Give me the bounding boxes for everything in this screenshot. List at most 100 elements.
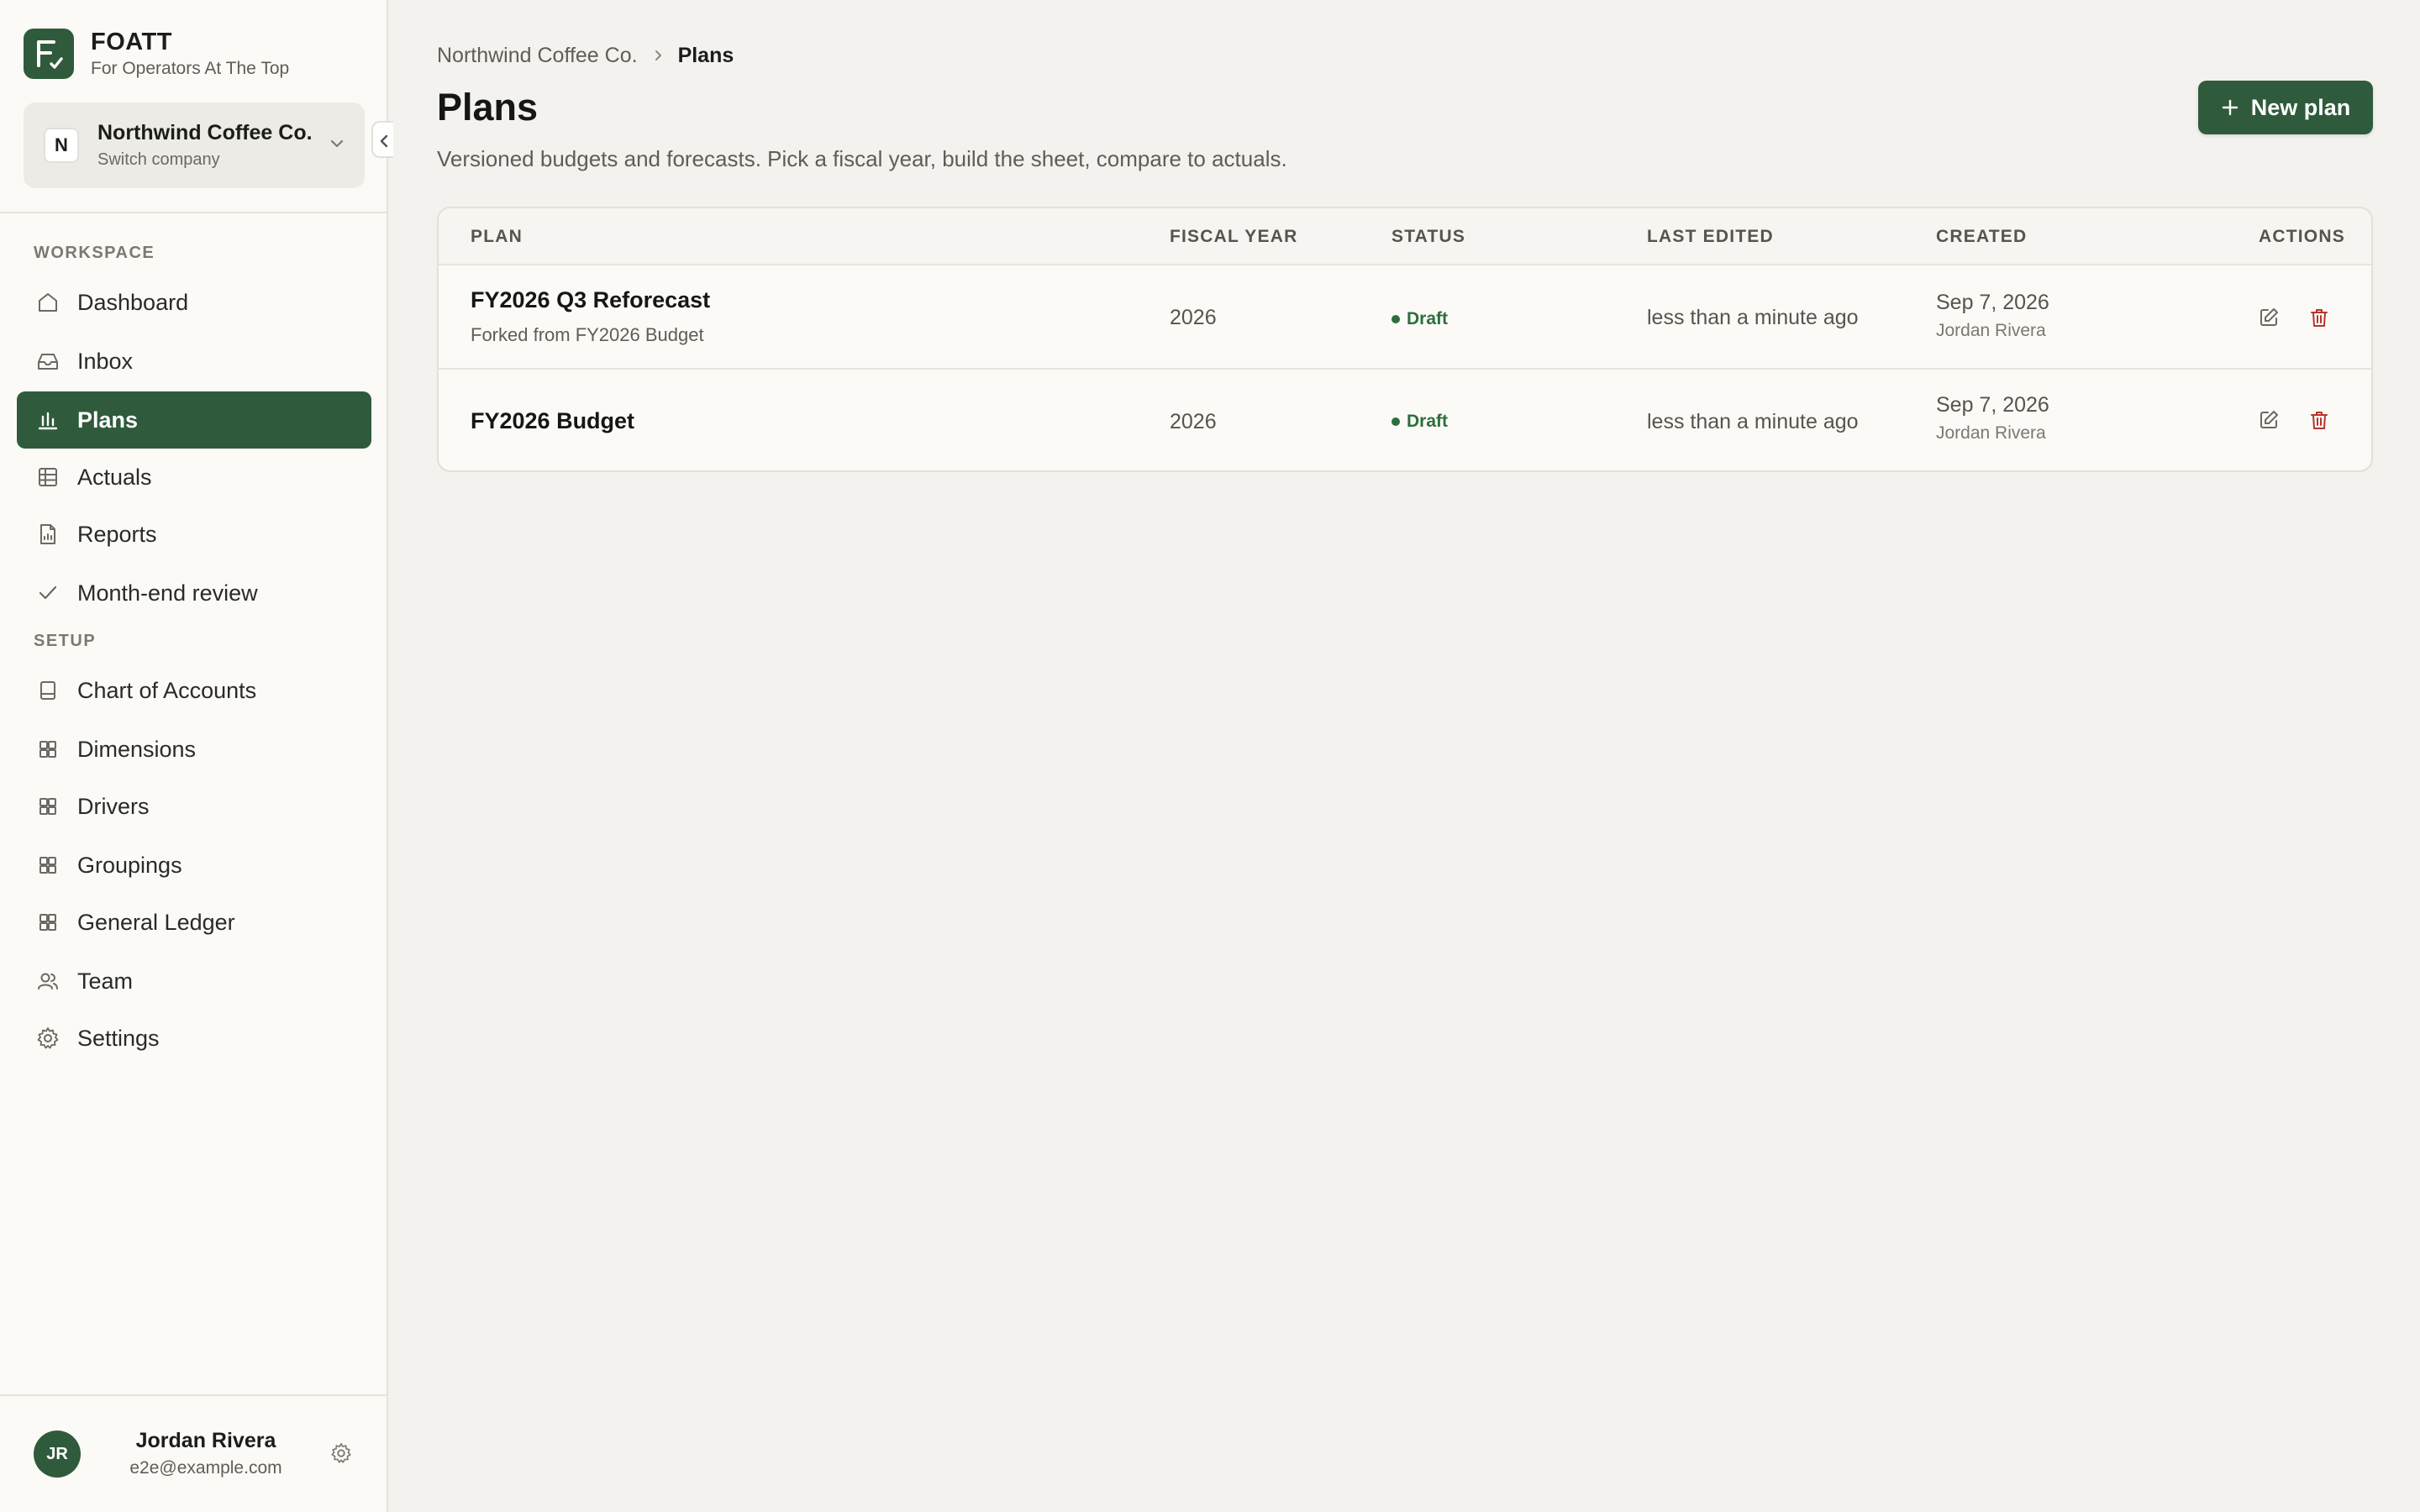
sidebar-footer-divider bbox=[0, 1394, 387, 1396]
edit-icon[interactable] bbox=[2254, 302, 2284, 333]
edit-icon[interactable] bbox=[2254, 405, 2284, 435]
sidebar-item-settings[interactable]: Settings bbox=[17, 1010, 371, 1067]
section-label-setup: SETUP bbox=[34, 632, 97, 650]
created-date: Sep 7, 2026 bbox=[1936, 393, 2049, 417]
status-dot-icon bbox=[1392, 315, 1400, 323]
report-icon bbox=[35, 522, 60, 547]
plan-name-link[interactable]: FY2026 Q3 Reforecast bbox=[471, 287, 710, 313]
breadcrumb-company-link[interactable]: Northwind Coffee Co. bbox=[437, 44, 638, 68]
company-avatar: N bbox=[44, 128, 79, 163]
fiscal-year: 2026 bbox=[1170, 306, 1217, 329]
book-icon bbox=[35, 678, 60, 703]
sidebar-item-label: Groupings bbox=[77, 852, 182, 878]
table-icon bbox=[35, 465, 60, 490]
brand-tagline: For Operators At The Top bbox=[91, 59, 290, 78]
users-icon bbox=[35, 969, 60, 994]
new-plan-button[interactable]: New plan bbox=[2198, 81, 2373, 134]
gear-icon bbox=[35, 1026, 60, 1051]
company-switch-label: Switch company bbox=[97, 150, 220, 169]
sidebar-item-drivers[interactable]: Drivers bbox=[17, 778, 371, 835]
created-by: Jordan Rivera bbox=[1936, 321, 2046, 340]
column-header-created: CREATED bbox=[1936, 227, 2028, 246]
sidebar-item-label: Drivers bbox=[77, 793, 150, 819]
grid-icon bbox=[35, 853, 60, 878]
column-header-fiscal-year: FISCAL YEAR bbox=[1170, 227, 1298, 246]
page-title: Plans bbox=[437, 86, 539, 129]
breadcrumb: Northwind Coffee Co. Plans bbox=[437, 42, 734, 69]
user-settings-gear-icon[interactable] bbox=[329, 1441, 353, 1469]
company-switcher[interactable]: N Northwind Coffee Co. Switch company bbox=[24, 102, 365, 188]
sidebar-item-dimensions[interactable]: Dimensions bbox=[17, 721, 371, 778]
page-subtitle: Versioned budgets and forecasts. Pick a … bbox=[437, 146, 1287, 171]
sidebar-divider bbox=[0, 212, 387, 213]
sidebar-item-plans[interactable]: Plans bbox=[17, 391, 371, 449]
sidebar-item-label: Actuals bbox=[77, 464, 152, 490]
created-date: Sep 7, 2026 bbox=[1936, 291, 2049, 314]
column-header-plan: PLAN bbox=[471, 227, 523, 246]
sidebar-item-dashboard[interactable]: Dashboard bbox=[17, 274, 371, 331]
sidebar-item-groupings[interactable]: Groupings bbox=[17, 837, 371, 894]
plus-icon bbox=[2221, 98, 2239, 117]
last-edited: less than a minute ago bbox=[1647, 306, 1859, 329]
sidebar-item-label: Team bbox=[77, 968, 134, 994]
sidebar-item-label: General Ledger bbox=[77, 909, 235, 935]
check-icon bbox=[35, 580, 60, 606]
new-plan-label: New plan bbox=[2250, 94, 2351, 120]
status-dot-icon bbox=[1392, 417, 1400, 426]
home-icon bbox=[35, 290, 60, 315]
section-label-workspace: WORKSPACE bbox=[34, 244, 155, 262]
status-badge: Draft bbox=[1392, 309, 1448, 329]
chevron-down-icon bbox=[328, 134, 346, 157]
sidebar-item-label: Inbox bbox=[77, 348, 134, 374]
user-email: e2e@example.com bbox=[129, 1458, 282, 1478]
status-label: Draft bbox=[1407, 412, 1449, 431]
column-header-last-edited: LAST EDITED bbox=[1647, 227, 1774, 246]
table-row[interactable]: FY2026 Q3 Reforecast Forked from FY2026 … bbox=[439, 265, 2371, 370]
sidebar-item-month-end-review[interactable]: Month-end review bbox=[17, 564, 371, 622]
plan-name-link[interactable]: FY2026 Budget bbox=[471, 408, 634, 434]
table-row[interactable]: FY2026 Budget 2026 Draft less than a min… bbox=[439, 370, 2371, 470]
user-info: Jordan Rivera e2e@example.com bbox=[92, 1428, 319, 1480]
chevron-left-icon bbox=[380, 134, 388, 148]
trash-icon[interactable] bbox=[2304, 302, 2334, 333]
grid-icon bbox=[35, 737, 60, 762]
sidebar-item-team[interactable]: Team bbox=[17, 953, 371, 1010]
sidebar-item-inbox[interactable]: Inbox bbox=[17, 333, 371, 390]
avatar[interactable]: JR bbox=[34, 1431, 81, 1478]
breadcrumb-current: Plans bbox=[677, 43, 734, 67]
sidebar-item-label: Dashboard bbox=[77, 289, 189, 315]
plan-forked-from: Forked from FY2026 Budget bbox=[471, 324, 704, 345]
sidebar-item-label: Reports bbox=[77, 521, 157, 547]
sidebar-item-actuals[interactable]: Actuals bbox=[17, 449, 371, 506]
sidebar: FOATT For Operators At The Top N Northwi… bbox=[0, 0, 393, 1512]
last-edited: less than a minute ago bbox=[1647, 410, 1859, 433]
column-header-actions: ACTIONS bbox=[2259, 227, 2345, 246]
sidebar-item-label: Dimensions bbox=[77, 736, 197, 762]
brand[interactable]: FOATT For Operators At The Top bbox=[24, 27, 289, 81]
created-by: Jordan Rivera bbox=[1936, 423, 2046, 443]
sidebar-item-label: Chart of Accounts bbox=[77, 677, 257, 703]
column-header-status: STATUS bbox=[1392, 227, 1466, 246]
grid-icon bbox=[35, 910, 60, 935]
table-header: PLAN FISCAL YEAR STATUS LAST EDITED CREA… bbox=[439, 208, 2371, 265]
fiscal-year: 2026 bbox=[1170, 410, 1217, 433]
sidebar-item-label: Month-end review bbox=[77, 580, 258, 606]
sidebar-item-label: Plans bbox=[77, 407, 139, 433]
bar-chart-icon bbox=[35, 407, 60, 433]
sidebar-item-chart-of-accounts[interactable]: Chart of Accounts bbox=[17, 662, 371, 719]
chevron-right-icon bbox=[651, 49, 665, 62]
plans-table: PLAN FISCAL YEAR STATUS LAST EDITED CREA… bbox=[437, 207, 2373, 472]
collapse-sidebar-button[interactable] bbox=[371, 121, 393, 158]
company-name: Northwind Coffee Co. bbox=[97, 121, 313, 144]
status-label: Draft bbox=[1407, 309, 1449, 328]
sidebar-item-general-ledger[interactable]: General Ledger bbox=[17, 894, 371, 951]
user-name: Jordan Rivera bbox=[135, 1429, 276, 1452]
brand-name: FOATT bbox=[91, 29, 172, 55]
trash-icon[interactable] bbox=[2304, 405, 2334, 435]
status-badge: Draft bbox=[1392, 412, 1448, 432]
inbox-icon bbox=[35, 349, 60, 374]
sidebar-item-reports[interactable]: Reports bbox=[17, 506, 371, 563]
grid-icon bbox=[35, 794, 60, 819]
sidebar-item-label: Settings bbox=[77, 1025, 160, 1051]
logo-f-check-icon bbox=[24, 29, 74, 79]
